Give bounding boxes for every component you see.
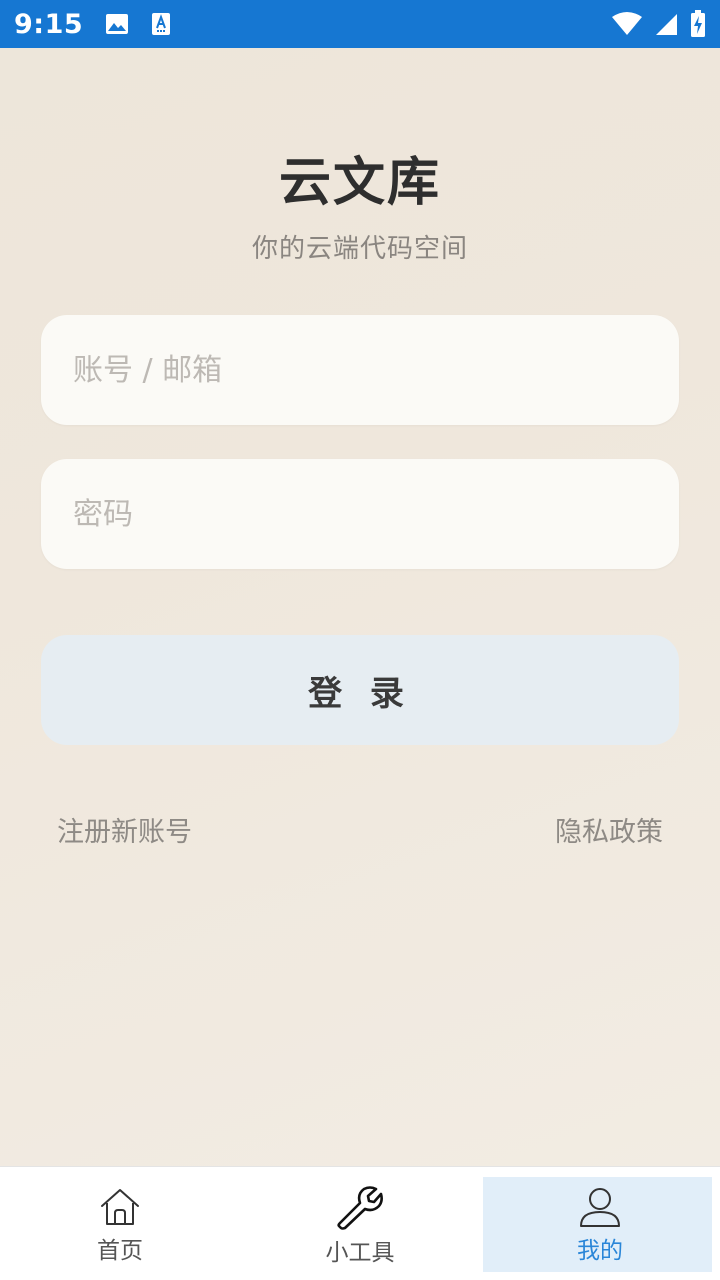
text-a-icon xyxy=(151,12,171,36)
wrench-icon xyxy=(336,1185,384,1231)
bottom-navigation: 首页 小工具 我的 xyxy=(0,1166,720,1280)
nav-item-tools[interactable]: 小工具 xyxy=(240,1167,480,1280)
signal-icon xyxy=(654,12,678,36)
password-input[interactable] xyxy=(73,496,647,532)
nav-label-home: 首页 xyxy=(97,1238,143,1264)
username-field[interactable] xyxy=(41,315,679,425)
app-subtitle: 你的云端代码空间 xyxy=(251,234,468,264)
app-title: 云文库 xyxy=(278,153,441,213)
login-button[interactable]: 登 录 xyxy=(41,635,679,745)
nav-label-tools: 小工具 xyxy=(325,1240,395,1266)
nav-item-mine[interactable]: 我的 xyxy=(480,1167,720,1280)
wifi-icon xyxy=(612,12,642,36)
image-icon xyxy=(105,13,129,35)
status-bar: 9:15 xyxy=(0,0,720,48)
password-field[interactable] xyxy=(41,459,679,569)
register-link[interactable]: 注册新账号 xyxy=(57,810,192,849)
person-icon xyxy=(578,1185,622,1229)
username-input[interactable] xyxy=(73,352,647,388)
privacy-policy-link[interactable]: 隐私政策 xyxy=(555,810,663,849)
battery-charging-icon xyxy=(690,10,706,38)
status-time: 9:15 xyxy=(14,8,84,40)
nav-item-home[interactable]: 首页 xyxy=(0,1167,240,1280)
home-icon xyxy=(98,1185,142,1229)
login-screen: 云文库 你的云端代码空间 xyxy=(0,48,720,1166)
nav-label-mine: 我的 xyxy=(577,1238,623,1264)
